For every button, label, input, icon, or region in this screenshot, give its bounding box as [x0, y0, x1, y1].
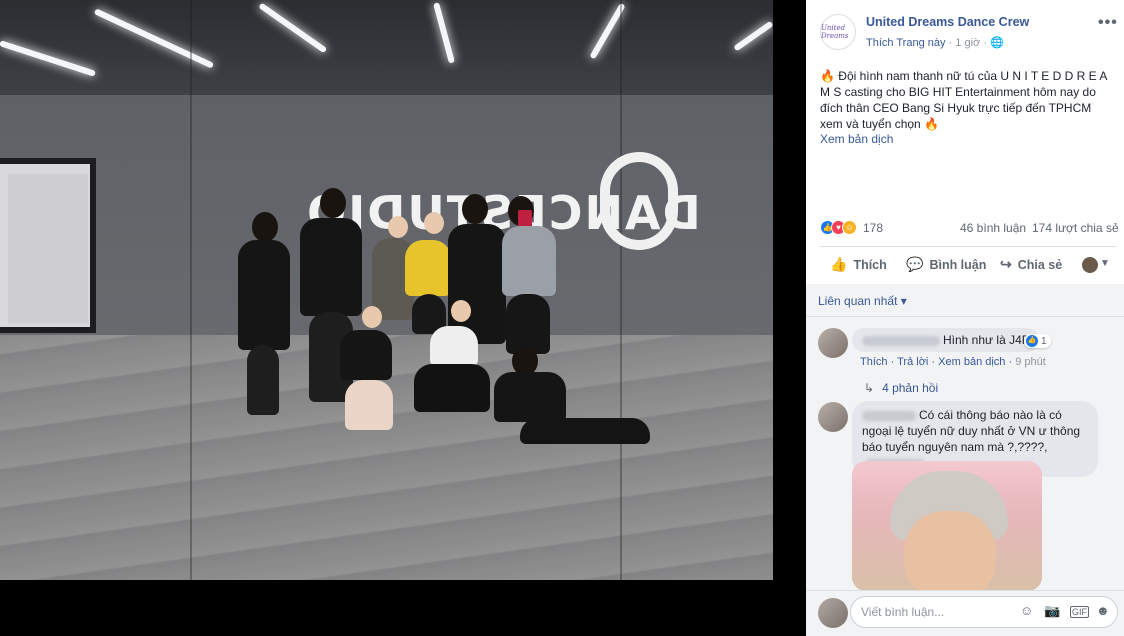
person-legs	[247, 345, 279, 415]
reply-arrow-icon: ↳	[864, 381, 875, 395]
page-name[interactable]: United Dreams Dance Crew	[866, 15, 1029, 29]
sticker-icon[interactable]: ☻	[1096, 603, 1110, 618]
comment-sort-dropdown[interactable]: Liên quan nhất ▾	[818, 294, 907, 308]
haha-reaction-icon: ☺	[842, 220, 857, 235]
person-legs	[520, 418, 650, 444]
chevron-down-icon[interactable]: ▼	[1100, 258, 1110, 269]
comment-icon: 💬	[906, 256, 924, 272]
studio-logo-mark	[600, 152, 678, 250]
person-legs	[506, 294, 550, 354]
mirror-seam	[190, 0, 192, 580]
person	[430, 326, 478, 366]
divider	[806, 316, 1124, 317]
comment-like-badge[interactable]: 👍 1	[1024, 334, 1051, 348]
comment-time[interactable]: 9 phút	[1015, 356, 1046, 368]
current-user-avatar	[818, 598, 848, 628]
ceiling	[0, 0, 773, 95]
commenter-name-blurred[interactable]	[862, 410, 916, 421]
mirror-seam	[620, 0, 622, 580]
comment-translate-link[interactable]: Xem bản dịch	[938, 356, 1005, 368]
person	[300, 218, 362, 316]
share-button[interactable]: ↪ Chia sẻ	[1000, 256, 1062, 273]
comment-image[interactable]	[852, 461, 1042, 590]
view-replies-link[interactable]: ↳ 4 phản hồi	[864, 381, 938, 395]
divider	[820, 246, 1116, 247]
reaction-summary[interactable]: 👍 ♥ ☺ 178	[820, 220, 883, 235]
comments-list: Liên quan nhất ▾ Hình như là J4F 👍 1 Thíc…	[806, 284, 1124, 590]
comment-button[interactable]: 💬 Bình luận	[906, 256, 986, 273]
page-avatar[interactable]: United Dreams	[820, 14, 856, 50]
replies-count: 4 phản hồi	[882, 381, 939, 395]
person-head	[252, 212, 278, 242]
person-face	[424, 212, 444, 234]
like-page-link[interactable]: Thích Trang này	[866, 37, 946, 49]
person-head	[320, 188, 346, 218]
share-icon: ↪	[1000, 256, 1012, 272]
emoji-icon[interactable]: ☺	[1020, 603, 1033, 618]
commenter-avatar[interactable]	[818, 328, 848, 358]
posting-as-avatar[interactable]	[1082, 257, 1098, 273]
post-photo[interactable]: DANCESTUDIO	[0, 0, 773, 580]
more-options-icon[interactable]: •••	[1098, 14, 1118, 32]
person-face	[451, 300, 471, 322]
person	[502, 226, 556, 296]
shares-count[interactable]: 174 lượt chia sẻ	[1032, 221, 1119, 235]
comment-actions: Thích · Trả lời · Xem bản dịch · 9 phút	[860, 356, 1046, 368]
comment-bubble: Hình như là J4F	[852, 328, 1040, 352]
person	[238, 240, 290, 350]
person-face	[362, 306, 382, 328]
person	[405, 240, 451, 296]
see-translation-link[interactable]: Xem bản dịch	[820, 132, 893, 146]
thumbs-up-icon: 👍	[830, 256, 848, 272]
like-button[interactable]: 👍 Thích	[830, 256, 887, 273]
comment-composer: Viết bình luận... ☺ 📷 GIF ☻	[806, 590, 1124, 636]
post-text: 🔥 Đội hình nam thanh nữ tú của U N I T E…	[820, 69, 1107, 131]
share-button-label: Chia sẻ	[1017, 257, 1063, 272]
like-button-label: Thích	[853, 257, 887, 272]
globe-icon: 🌐	[990, 37, 1004, 49]
person	[340, 330, 392, 380]
commenter-avatar[interactable]	[818, 402, 848, 432]
post-panel: United Dreams United Dreams Dance Crew T…	[806, 0, 1124, 636]
reaction-count: 178	[863, 220, 884, 235]
door	[0, 158, 96, 333]
comment-button-label: Bình luận	[929, 257, 987, 272]
post-meta: Thích Trang này · 1 giờ · 🌐	[866, 36, 1004, 49]
page-avatar-text: United Dreams	[821, 24, 849, 40]
post-time[interactable]: 1 giờ	[955, 37, 980, 49]
comments-count[interactable]: 46 bình luận	[960, 221, 1026, 235]
person-legs	[345, 380, 393, 430]
person	[494, 372, 566, 422]
like-icon: 👍	[1026, 335, 1038, 347]
comment-like-count: 1	[1041, 335, 1047, 347]
gif-icon[interactable]: GIF	[1070, 606, 1089, 618]
commenter-name-blurred[interactable]	[862, 335, 940, 346]
person-legs	[414, 364, 490, 412]
image-face	[904, 511, 996, 590]
photo-viewer: DANCESTUDIO	[0, 0, 806, 636]
comment-text: Hình như là J4F	[943, 333, 1030, 347]
comment-reply-link[interactable]: Trả lời	[897, 356, 928, 368]
comment-like-link[interactable]: Thích	[860, 356, 888, 368]
person-head	[462, 194, 488, 224]
person-face	[388, 216, 408, 238]
camera-icon[interactable]: 📷	[1044, 603, 1060, 619]
